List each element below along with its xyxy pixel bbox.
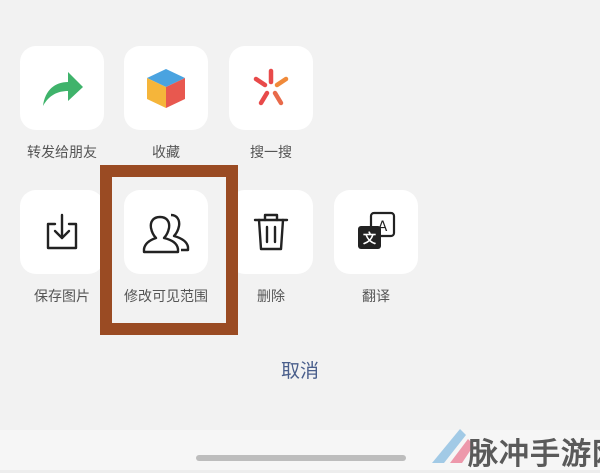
search-label: 搜一搜: [250, 145, 292, 161]
favorite-tile[interactable]: [124, 46, 208, 130]
download-icon: [46, 213, 78, 250]
favorite-label: 收藏: [152, 145, 180, 161]
delete-button[interactable]: 删除: [226, 190, 316, 306]
translate-tile[interactable]: A 文: [334, 190, 418, 274]
home-indicator[interactable]: [196, 455, 406, 461]
save-image-label: 保存图片: [34, 289, 90, 305]
search-button[interactable]: 搜一搜: [226, 46, 316, 162]
share-label: 转发给朋友: [27, 145, 97, 161]
watermark-text: 脉冲手游网: [468, 437, 600, 472]
cancel-button[interactable]: 取消: [240, 356, 360, 386]
delete-tile[interactable]: [229, 190, 313, 274]
translate-label: 翻译: [362, 289, 390, 305]
highlight-box: [100, 165, 238, 335]
watermark: 脉冲手游网: [430, 423, 600, 472]
cube-icon: [147, 69, 185, 108]
save-image-button[interactable]: 保存图片: [17, 190, 107, 306]
save-image-tile[interactable]: [20, 190, 104, 274]
favorite-button[interactable]: 收藏: [121, 46, 211, 162]
translate-button[interactable]: A 文 翻译: [331, 190, 421, 306]
search-spark-icon: [253, 68, 289, 106]
svg-text:文: 文: [363, 231, 377, 247]
delete-label: 删除: [257, 289, 285, 305]
search-tile[interactable]: [229, 46, 313, 130]
translate-icon: A 文: [358, 211, 396, 249]
trash-icon: [253, 213, 289, 251]
share-to-friend-button[interactable]: 转发给朋友: [17, 46, 107, 162]
share-arrow-icon: [43, 72, 83, 106]
share-tile[interactable]: [20, 46, 104, 130]
action-sheet: 转发给朋友 收藏 搜一搜 保存图片 修改可见范围 删除 A 文 翻译 取消: [0, 0, 600, 430]
